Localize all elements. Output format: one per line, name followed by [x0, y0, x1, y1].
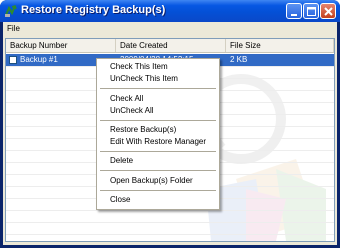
- cell-backup-number: Backup #1: [20, 55, 58, 64]
- maximize-button[interactable]: [303, 3, 319, 19]
- context-menu: Check This Item UnCheck This Item Check …: [96, 58, 220, 210]
- menu-separator: [100, 120, 216, 121]
- menu-separator: [100, 151, 216, 152]
- close-icon: [324, 7, 333, 16]
- row-checkbox[interactable]: [9, 56, 17, 64]
- menu-item-restore-backups[interactable]: Restore Backup(s): [110, 125, 176, 135]
- title-bar[interactable]: Restore Registry Backup(s): [0, 0, 340, 22]
- menu-item-delete[interactable]: Delete: [110, 156, 133, 166]
- column-header-file-size[interactable]: File Size: [226, 39, 334, 52]
- list-header: Backup Number Date Created File Size: [6, 39, 334, 53]
- menu-separator: [100, 190, 216, 191]
- menu-separator: [100, 170, 216, 171]
- registry-icon: [4, 4, 18, 18]
- menu-item-uncheck-all[interactable]: UnCheck All: [110, 106, 154, 116]
- menu-item-open-backups-folder[interactable]: Open Backup(s) Folder: [110, 176, 193, 186]
- minimize-icon: [291, 14, 297, 16]
- menu-bar: File: [3, 22, 337, 36]
- menu-item-uncheck-this-item[interactable]: UnCheck This Item: [110, 74, 178, 84]
- maximize-icon: [307, 7, 316, 16]
- menu-file[interactable]: File: [7, 23, 20, 35]
- close-button[interactable]: [320, 3, 336, 19]
- grid-line: [6, 222, 334, 223]
- menu-item-check-all[interactable]: Check All: [110, 94, 143, 104]
- grid-line: [6, 210, 334, 211]
- menu-separator: [100, 88, 216, 89]
- window-title: Restore Registry Backup(s): [21, 4, 166, 16]
- cell-file-size: 2 KB: [230, 55, 248, 64]
- minimize-button[interactable]: [286, 3, 302, 19]
- column-header-backup-number[interactable]: Backup Number: [6, 39, 116, 52]
- grid-line: [6, 234, 334, 235]
- menu-item-check-this-item[interactable]: Check This Item: [110, 62, 168, 72]
- column-header-date-created[interactable]: Date Created: [116, 39, 226, 52]
- menu-item-edit-with-restore-manager[interactable]: Edit With Restore Manager: [110, 137, 206, 147]
- menu-item-close[interactable]: Close: [110, 195, 130, 205]
